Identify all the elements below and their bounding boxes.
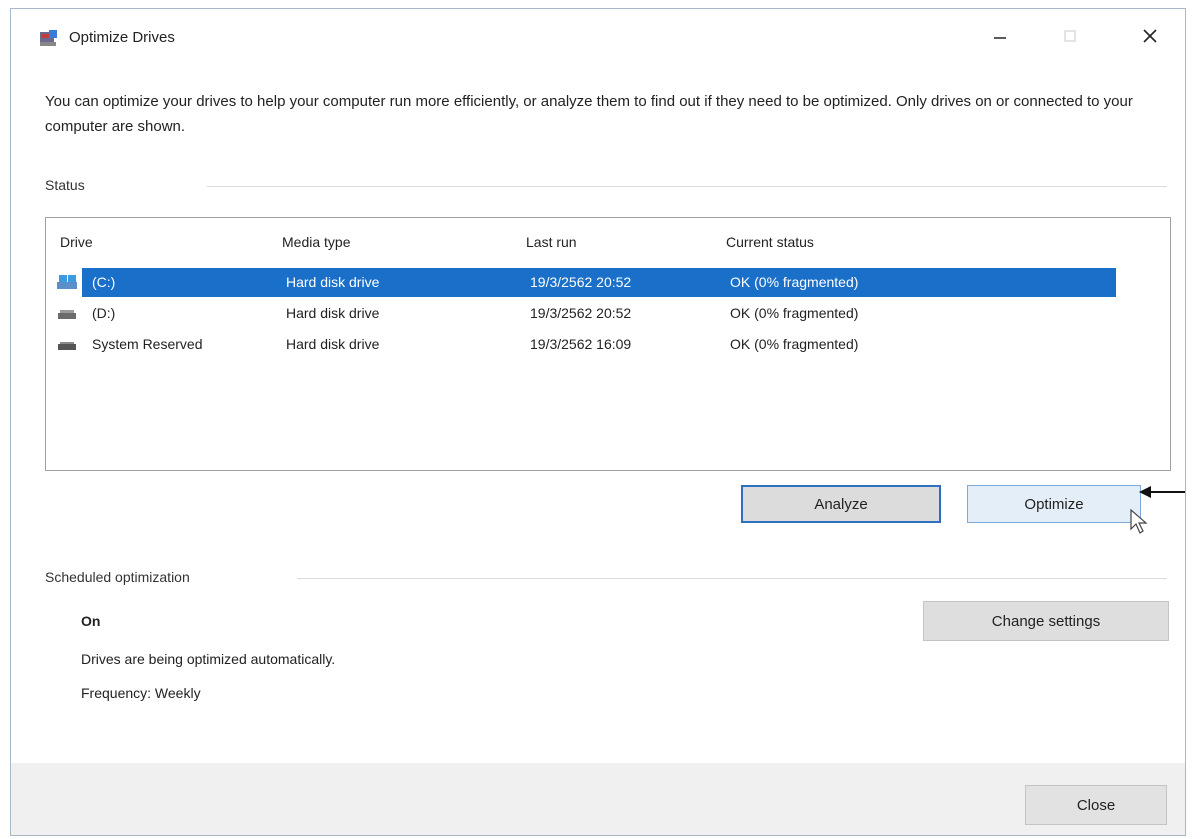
mouse-cursor-icon [1130, 509, 1148, 534]
optimize-button[interactable]: Optimize [967, 485, 1141, 523]
footer-bar [11, 763, 1185, 835]
drive-last-run: 19/3/2562 20:52 [530, 274, 632, 290]
column-header-drive[interactable]: Drive [60, 234, 93, 250]
drive-last-run: 19/3/2562 20:52 [530, 305, 632, 321]
maximize-button[interactable] [1047, 19, 1093, 53]
maximize-icon [1064, 30, 1076, 42]
drive-current-status: OK (0% fragmented) [730, 336, 859, 352]
windows-drive-icon [57, 274, 77, 290]
optimize-drives-app-icon [39, 29, 59, 47]
intro-text: You can optimize your drives to help you… [45, 93, 1133, 135]
status-heading: Status [45, 177, 85, 193]
scheduled-divider [297, 578, 1167, 579]
drive-media-type: Hard disk drive [286, 305, 380, 321]
optimize-drives-window: Optimize Drives You can optimize your dr… [10, 8, 1186, 836]
window-title: Optimize Drives [69, 29, 175, 46]
drive-name: (D:) [92, 305, 116, 321]
title-bar[interactable]: Optimize Drives [11, 9, 1185, 61]
drive-name: System Reserved [92, 336, 203, 352]
drive-row-d[interactable]: (D:) Hard disk drive 19/3/2562 20:52 OK … [54, 299, 1116, 328]
minimize-button[interactable] [977, 19, 1023, 53]
schedule-description: Drives are being optimized automatically… [81, 651, 336, 667]
change-settings-button[interactable]: Change settings [923, 601, 1169, 641]
schedule-frequency: Frequency: Weekly [81, 685, 201, 701]
status-divider [207, 186, 1167, 187]
column-header-current-status[interactable]: Current status [726, 234, 814, 250]
close-window-button[interactable] [1127, 19, 1173, 53]
close-button[interactable]: Close [1025, 785, 1167, 825]
drive-current-status: OK (0% fragmented) [730, 305, 859, 321]
drive-media-type: Hard disk drive [286, 274, 380, 290]
pointer-arrow-icon [1139, 486, 1185, 498]
drive-last-run: 19/3/2562 16:09 [530, 336, 632, 352]
column-header-last-run[interactable]: Last run [526, 234, 577, 250]
schedule-state: On [81, 613, 101, 629]
scheduled-optimization-heading: Scheduled optimization [45, 569, 190, 585]
analyze-button[interactable]: Analyze [741, 485, 941, 523]
close-icon [1143, 29, 1157, 43]
minimize-icon [994, 37, 1006, 39]
column-header-media-type[interactable]: Media type [282, 234, 350, 250]
drive-name: (C:) [92, 274, 116, 290]
hard-drive-icon [57, 305, 77, 321]
drive-current-status: OK (0% fragmented) [730, 274, 859, 290]
drive-row-c[interactable]: (C:) Hard disk drive 19/3/2562 20:52 OK … [54, 268, 1116, 297]
drive-list[interactable]: Drive Media type Last run Current status… [45, 217, 1171, 471]
hard-drive-icon [57, 336, 77, 352]
drive-media-type: Hard disk drive [286, 336, 380, 352]
drive-row-system-reserved[interactable]: System Reserved Hard disk drive 19/3/256… [54, 330, 1116, 359]
